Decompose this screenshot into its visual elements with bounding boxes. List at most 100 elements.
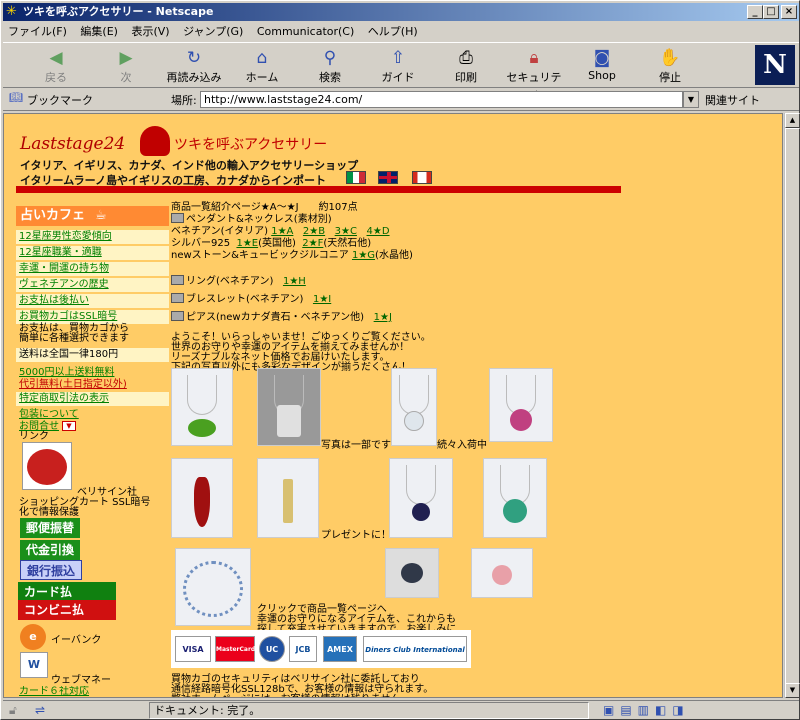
stone-note: (水晶他) <box>375 250 413 261</box>
links-label: リンク <box>19 431 49 442</box>
status-text: ドキュメント: 完了。 <box>149 702 589 719</box>
lock-icon: 🔒︎ <box>529 48 539 68</box>
link-postpay[interactable]: お支払は後払い <box>16 294 169 308</box>
minimize-button[interactable]: _ <box>747 5 763 19</box>
visa-logo: VISA <box>175 636 211 662</box>
product-photo[interactable] <box>175 548 251 626</box>
search-icon: ⚲ <box>323 48 337 68</box>
uc-logo: UC <box>259 636 285 662</box>
menu-communicator[interactable]: Communicator(C) <box>252 25 359 38</box>
product-photo[interactable] <box>391 368 437 446</box>
italy-flag-icon <box>346 171 366 184</box>
netscape-logo[interactable]: N <box>755 45 795 85</box>
product-photo[interactable] <box>385 548 439 598</box>
link-zodiac-jobs[interactable]: 12星座職業・適職 <box>16 246 169 260</box>
link-1g[interactable]: 1★G <box>352 250 375 261</box>
scroll-up-icon[interactable]: ▲ <box>785 113 800 128</box>
product-photo[interactable] <box>489 368 553 442</box>
maximize-button[interactable]: □ <box>763 5 779 19</box>
coffee-cup-icon: ☕ <box>95 208 107 223</box>
product-photo[interactable] <box>171 458 233 538</box>
link-1i[interactable]: 1★I <box>313 294 331 305</box>
browser-window: ✳ ツキを呼ぶアクセサリー - Netscape _ □ × ファイル(F) 編… <box>0 0 800 720</box>
link-1j[interactable]: 1★J <box>374 312 392 323</box>
site-tagline-title: ツキを呼ぶアクセサリー <box>174 137 328 153</box>
site-logo[interactable]: Laststage24 <box>20 134 125 154</box>
component-bar-icons[interactable]: ▣▤▥◧◨ <box>603 703 690 717</box>
print-button[interactable]: ⎙ 印刷 <box>435 47 497 85</box>
webmoney-label: ウェブマネー <box>51 675 111 686</box>
menu-help[interactable]: ヘルプ(H) <box>363 25 423 38</box>
verisign-desc: ショッピングカート SSL暗号化で情報保護 <box>19 497 151 518</box>
url-dropdown-icon[interactable]: ▼ <box>683 91 699 108</box>
product-photo[interactable] <box>257 458 319 538</box>
guide-button[interactable]: ⇧ ガイド <box>367 47 429 85</box>
forward-button[interactable]: ▶ 次 <box>95 47 157 85</box>
product-photo[interactable] <box>483 458 547 538</box>
mail-icon: ▼ <box>62 421 76 431</box>
back-button[interactable]: ◀ 戻る <box>25 47 87 85</box>
bookmarks-button[interactable]: ブックマーク <box>27 92 93 108</box>
bookmark-icon: 📖︎ <box>9 91 23 104</box>
link-card6[interactable]: カード６社対応 <box>16 686 169 697</box>
card-brands-strip: VISA MasterCard UC JCB AMEX Diners Club … <box>171 630 471 668</box>
shop-button[interactable]: ◙ Shop <box>571 47 633 82</box>
reload-icon: ↻ <box>186 48 202 68</box>
site-header: Laststage24 ツキを呼ぶアクセサリー イタリア、イギリス、カナダ、イン… <box>16 122 624 196</box>
link-ssl[interactable]: お買物カゴはSSL暗号 <box>16 310 169 324</box>
link-venetian-history[interactable]: ヴェネチアンの歴史 <box>16 278 169 292</box>
scroll-thumb[interactable] <box>785 128 800 688</box>
link-zodiac-love[interactable]: 12星座男性恋愛傾向 <box>16 230 169 244</box>
location-label: 場所: <box>171 94 197 107</box>
home-icon: ⌂ <box>256 48 268 68</box>
reload-button[interactable]: ↻ 再読み込み <box>163 47 225 85</box>
main-content: 商品一覧紹介ページ★A～★J 約107点 ペンダント&ネックレス(素材別) ベネ… <box>171 196 781 697</box>
back-arrow-icon: ◀ <box>49 48 63 68</box>
webmoney-logo[interactable]: W <box>20 652 48 678</box>
link-lucky-items[interactable]: 幸運・開運の持ち物 <box>16 262 169 276</box>
card-payment-badge: カード払 <box>18 582 116 602</box>
page-viewport: Laststage24 ツキを呼ぶアクセサリー イタリア、イギリス、カナダ、イン… <box>3 113 783 698</box>
canada-flag-icon <box>412 171 432 184</box>
url-input[interactable]: http://www.laststage24.com/ <box>200 91 683 108</box>
caption-new-arrivals: 続々入荷中 <box>437 440 487 451</box>
vertical-scrollbar[interactable]: ▲ ▼ <box>784 113 800 698</box>
sidebar: 占いカフェ ☕ 12星座男性恋愛傾向 12星座職業・適職 幸運・開運の持ち物 ヴェ… <box>16 196 169 697</box>
verisign-seal[interactable] <box>22 442 72 490</box>
stop-icon: ✋ <box>659 48 681 68</box>
forward-arrow-icon: ▶ <box>119 48 133 68</box>
tagline-1: イタリア、イギリス、カナダ、インド他の輸入アクセサリーショップ <box>20 159 359 172</box>
related-sites-button[interactable]: 関連サイト <box>705 92 760 108</box>
ebank-logo[interactable]: e <box>20 624 46 650</box>
security-status-icon[interactable]: 🔓︎ <box>9 703 17 718</box>
product-photo[interactable] <box>389 458 453 538</box>
product-photo[interactable] <box>471 548 533 598</box>
product-photo[interactable] <box>257 368 321 446</box>
close-button[interactable]: × <box>781 5 797 19</box>
diners-logo: Diners Club International <box>363 636 467 662</box>
connection-status-icon: ⇌ <box>35 703 46 717</box>
window-title: ツキを呼ぶアクセサリー - Netscape <box>23 5 214 18</box>
cod-badge: 代金引換 <box>20 540 81 560</box>
title-bar: ✳ ツキを呼ぶアクセサリー - Netscape _ □ × <box>3 3 799 21</box>
menu-view[interactable]: 表示(V) <box>126 25 174 38</box>
link-1h[interactable]: 1★H <box>283 276 306 287</box>
product-photo[interactable] <box>171 368 233 446</box>
menu-edit[interactable]: 編集(E) <box>75 25 123 38</box>
link-cod-free[interactable]: 代引無料(土日指定以外) <box>16 378 169 392</box>
cart-icon <box>171 311 184 321</box>
caption-gift: プレゼントに！ <box>321 530 391 541</box>
menu-file[interactable]: ファイル(F) <box>3 25 72 38</box>
jcb-logo: JCB <box>289 636 317 662</box>
printer-icon: ⎙ <box>459 48 473 68</box>
scroll-down-icon[interactable]: ▼ <box>785 683 800 698</box>
link-legal-notice[interactable]: 特定商取引法の表示 <box>16 392 169 406</box>
home-button[interactable]: ⌂ ホーム <box>231 47 293 85</box>
fortune-cafe-heading[interactable]: 占いカフェ ☕ <box>16 206 169 226</box>
convenience-payment-badge: コンビニ払 <box>18 600 116 620</box>
stop-button[interactable]: ✋ 停止 <box>639 47 701 85</box>
search-button[interactable]: ⚲ 検索 <box>299 47 361 85</box>
amex-logo: AMEX <box>323 636 357 662</box>
menu-go[interactable]: ジャンプ(G) <box>178 25 248 38</box>
caption-partial: 写真は一部です <box>321 440 391 451</box>
